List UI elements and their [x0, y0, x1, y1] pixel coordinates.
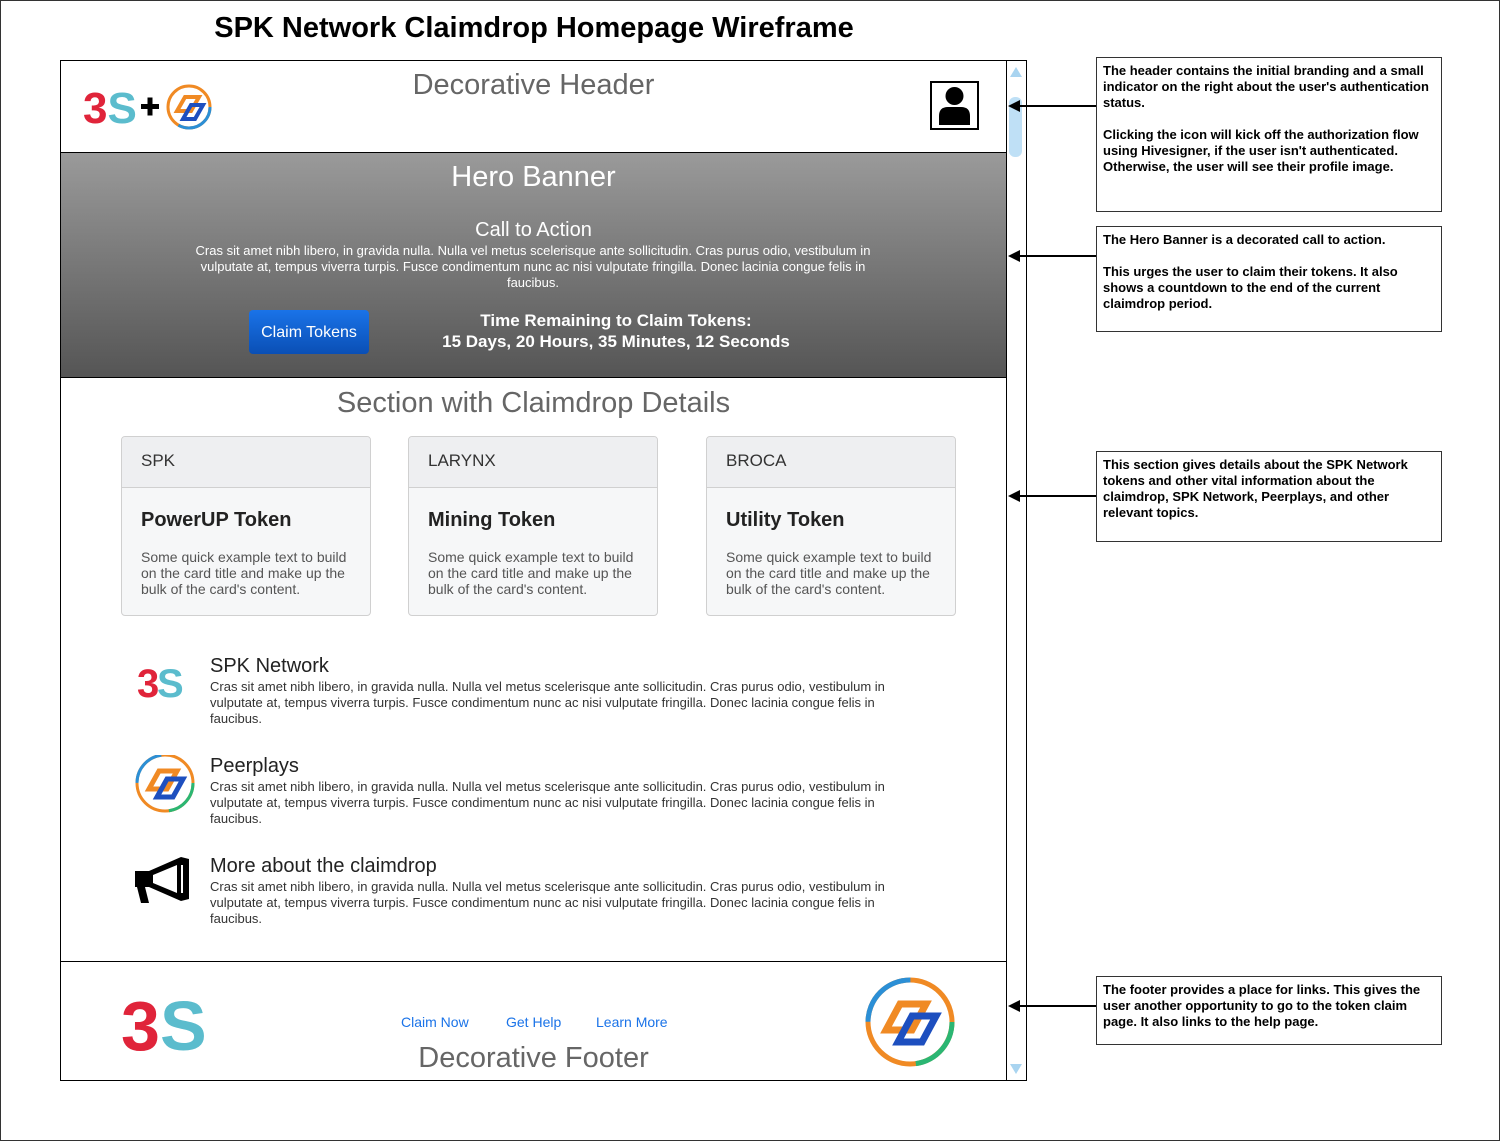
- annotation-arrows: [1008, 100, 1096, 1012]
- arrow-head: [1008, 490, 1020, 502]
- arrow-head: [1008, 250, 1020, 262]
- arrow-head: [1008, 1000, 1020, 1012]
- arrow-head: [1008, 100, 1020, 112]
